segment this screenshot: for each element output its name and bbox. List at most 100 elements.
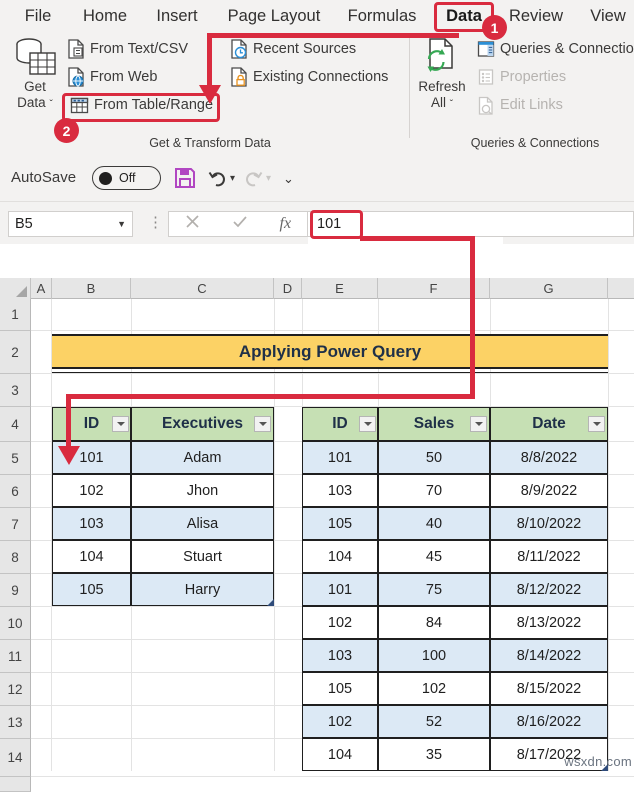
row-header-4[interactable]: 4 <box>0 407 31 442</box>
table-cell[interactable]: 8/14/2022 <box>490 639 608 672</box>
table-cell[interactable]: 101 <box>302 573 378 606</box>
table-cell[interactable]: 8/9/2022 <box>490 474 608 507</box>
queries-connections-button[interactable]: Queries & Connections <box>477 38 634 60</box>
sheet-title-banner[interactable]: Applying Power Query <box>52 334 608 369</box>
tab-home[interactable]: Home <box>72 2 138 30</box>
cancel-x-icon[interactable] <box>185 214 200 234</box>
chevron-down-icon[interactable]: ˇ <box>450 99 453 110</box>
table-cell[interactable]: 8/11/2022 <box>490 540 608 573</box>
table-cell[interactable]: 105 <box>302 672 378 705</box>
table-cell[interactable]: 8/13/2022 <box>490 606 608 639</box>
table-cell[interactable]: 8/15/2022 <box>490 672 608 705</box>
table-cell[interactable]: 105 <box>52 573 131 606</box>
row-header-2[interactable]: 2 <box>0 331 31 374</box>
table-cell[interactable]: 70 <box>378 474 490 507</box>
table-cell[interactable]: 103 <box>52 507 131 540</box>
table-cell[interactable]: Jhon <box>131 474 274 507</box>
customize-toolbar-icon[interactable]: ⌄ <box>283 171 294 187</box>
tab-data[interactable]: Data <box>436 2 492 30</box>
select-all-corner[interactable] <box>0 278 31 299</box>
check-icon[interactable] <box>232 214 248 234</box>
formula-bar-grip[interactable]: ⋮ <box>148 215 163 230</box>
right-table-filter-sales[interactable] <box>470 416 487 432</box>
left-table-filter-executives[interactable] <box>254 416 271 432</box>
chevron-down-icon[interactable]: ˇ <box>49 99 52 110</box>
undo-dropdown-icon[interactable]: ▾ <box>230 173 235 184</box>
table-cell[interactable]: 103 <box>302 474 378 507</box>
name-box[interactable]: B5 ▼ <box>8 211 133 237</box>
table-cell[interactable]: 75 <box>378 573 490 606</box>
table-cell[interactable]: 102 <box>302 705 378 738</box>
table-cell[interactable]: 104 <box>302 738 378 771</box>
chevron-down-icon[interactable]: ▼ <box>117 219 126 229</box>
existing-connections-button[interactable]: Existing Connections <box>230 66 388 88</box>
right-table-filter-date[interactable] <box>588 416 605 432</box>
table-cell[interactable]: 8/8/2022 <box>490 441 608 474</box>
right-table-filter-id[interactable] <box>359 416 376 432</box>
row-header-12[interactable]: 12 <box>0 673 31 706</box>
table-cell[interactable]: 104 <box>52 540 131 573</box>
fx-icon[interactable]: fx <box>280 215 292 233</box>
table-cell[interactable]: 45 <box>378 540 490 573</box>
tab-file[interactable]: File <box>12 2 64 30</box>
table-cell[interactable]: 8/10/2022 <box>490 507 608 540</box>
table-cell[interactable]: 8/16/2022 <box>490 705 608 738</box>
row-header-6[interactable]: 6 <box>0 475 31 508</box>
table-cell[interactable]: 8/12/2022 <box>490 573 608 606</box>
from-table-range-button[interactable]: From Table/Range <box>70 94 213 116</box>
row-header-7[interactable]: 7 <box>0 508 31 541</box>
recent-sources-button[interactable]: Recent Sources <box>230 38 356 60</box>
column-header-G[interactable]: G <box>490 278 608 299</box>
column-header-F[interactable]: F <box>378 278 490 299</box>
get-data-button[interactable]: Get Data ˇ <box>6 37 64 110</box>
refresh-all-button[interactable]: Refresh All ˇ <box>413 37 471 110</box>
table-cell[interactable]: 102 <box>302 606 378 639</box>
table-cell[interactable]: 101 <box>302 441 378 474</box>
left-table-header-executives[interactable]: Executives <box>131 407 274 441</box>
table-cell[interactable]: 50 <box>378 441 490 474</box>
table-cell[interactable]: 100 <box>378 639 490 672</box>
tab-page-layout[interactable]: Page Layout <box>216 2 332 30</box>
column-header-C[interactable]: C <box>131 278 274 299</box>
autosave-toggle[interactable]: Off <box>92 166 161 190</box>
table-cell[interactable]: 101 <box>52 441 131 474</box>
left-table-resize-handle[interactable] <box>267 599 274 606</box>
row-header-13[interactable]: 13 <box>0 706 31 739</box>
table-cell[interactable]: 52 <box>378 705 490 738</box>
from-web-button[interactable]: From Web <box>67 66 157 88</box>
tab-insert[interactable]: Insert <box>146 2 208 30</box>
row-header-11[interactable]: 11 <box>0 640 31 673</box>
column-header-E[interactable]: E <box>302 278 378 299</box>
table-cell[interactable]: 105 <box>302 507 378 540</box>
table-cell[interactable]: Adam <box>131 441 274 474</box>
row-header-5[interactable]: 5 <box>0 442 31 475</box>
row-header-3[interactable]: 3 <box>0 374 31 407</box>
table-cell[interactable]: 103 <box>302 639 378 672</box>
table-cell[interactable]: 104 <box>302 540 378 573</box>
row-header-15[interactable] <box>0 777 31 792</box>
table-cell[interactable]: 40 <box>378 507 490 540</box>
row-header-8[interactable]: 8 <box>0 541 31 574</box>
tab-review[interactable]: Review <box>500 2 572 30</box>
tab-view[interactable]: View <box>582 2 634 30</box>
table-cell[interactable]: Alisa <box>131 507 274 540</box>
formula-input[interactable]: 101 <box>308 211 634 237</box>
tab-formulas[interactable]: Formulas <box>338 2 426 30</box>
row-header-1[interactable]: 1 <box>0 299 31 331</box>
left-table-filter-id[interactable] <box>112 416 129 432</box>
table-cell[interactable]: 102 <box>378 672 490 705</box>
from-text-csv-button[interactable]: From Text/CSV <box>67 38 188 60</box>
column-header-B[interactable]: B <box>52 278 131 299</box>
column-header-A[interactable]: A <box>31 278 52 299</box>
row-header-9[interactable]: 9 <box>0 574 31 607</box>
table-cell[interactable]: Harry <box>131 573 274 606</box>
undo-icon[interactable] <box>208 167 228 192</box>
row-header-14[interactable]: 14 <box>0 739 31 777</box>
column-header-D[interactable]: D <box>274 278 302 299</box>
table-cell[interactable]: 35 <box>378 738 490 771</box>
table-cell[interactable]: 84 <box>378 606 490 639</box>
column-header-H[interactable] <box>608 278 634 299</box>
row-header-10[interactable]: 10 <box>0 607 31 640</box>
save-icon[interactable] <box>174 167 196 194</box>
table-cell[interactable]: 102 <box>52 474 131 507</box>
